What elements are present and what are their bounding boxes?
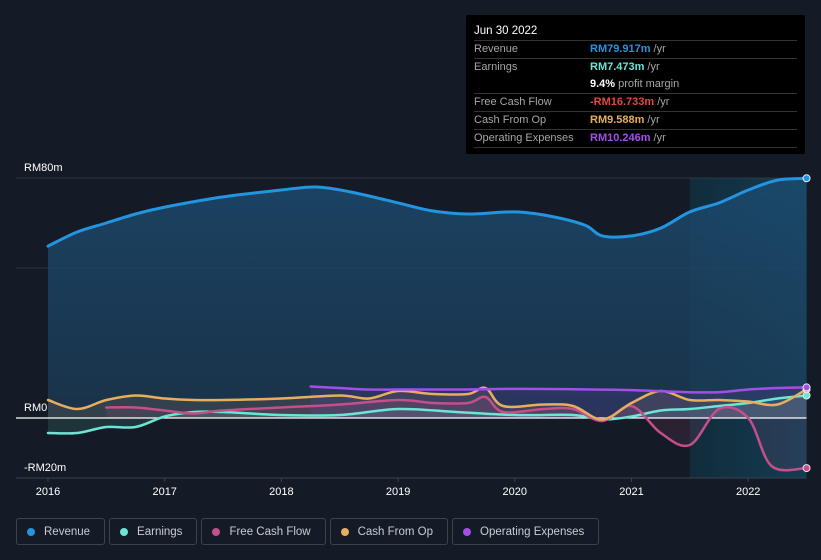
- tooltip-label: Operating Expenses: [474, 132, 574, 144]
- tooltip-row: Free Cash Flow -RM16.733m/yr: [474, 94, 797, 112]
- legend-dot-icon: [340, 527, 349, 536]
- y-tick-label: -RM20m: [24, 462, 66, 474]
- end-marker-revenue: [802, 174, 811, 183]
- tooltip-row: Revenue RM79.917m/yr: [474, 41, 797, 59]
- x-tick-label: 2019: [386, 486, 410, 498]
- legend-item-free-cash-flow[interactable]: Free Cash Flow: [201, 518, 326, 545]
- tooltip-label: [474, 76, 590, 93]
- end-marker-operating-expenses: [802, 383, 811, 392]
- legend-label: Revenue: [44, 525, 91, 538]
- legend: Revenue Earnings Free Cash Flow Cash From O…: [16, 518, 600, 545]
- tooltip-value: RM79.917m: [590, 43, 651, 55]
- tooltip-value: RM7.473m: [590, 61, 645, 73]
- tooltip-label: Earnings: [474, 61, 518, 73]
- legend-dot-icon: [212, 527, 221, 536]
- y-tick-label: RM80m: [24, 162, 63, 174]
- tooltip-unit: /yr: [653, 132, 666, 144]
- tooltip-value: RM9.588m: [590, 114, 645, 126]
- x-tick-label: 2021: [619, 486, 643, 498]
- legend-item-earnings[interactable]: Earnings: [109, 518, 198, 545]
- tooltip-label: Cash From Op: [474, 114, 547, 126]
- tooltip-unit: /yr: [647, 61, 660, 73]
- tooltip-unit: /yr: [657, 96, 670, 108]
- tooltip-row: Earnings RM7.473m/yr: [474, 59, 797, 76]
- tooltip-row: Operating Expenses RM10.246m/yr: [474, 130, 797, 148]
- tooltip-row: Cash From Op RM9.588m/yr: [474, 112, 797, 130]
- end-marker-free-cash-flow: [802, 464, 811, 473]
- legend-item-revenue[interactable]: Revenue: [16, 518, 106, 545]
- legend-dot-icon: [120, 527, 129, 536]
- legend-label: Cash From Op: [357, 525, 434, 538]
- legend-dot-icon: [463, 527, 472, 536]
- y-tick-label: RM0: [24, 402, 47, 414]
- tooltip: Jun 30 2022 Revenue RM79.917m/yr Earnings R…: [466, 15, 805, 154]
- tooltip-value: RM10.246m: [590, 132, 651, 144]
- legend-item-operating-expenses[interactable]: Operating Expenses: [452, 518, 600, 545]
- tooltip-unit: /yr: [653, 43, 666, 55]
- tooltip-unit: profit margin: [618, 78, 680, 90]
- tooltip-row: 9.4% profit margin: [474, 76, 797, 94]
- legend-dot-icon: [27, 527, 35, 536]
- legend-item-cash-from-op[interactable]: Cash From Op: [329, 518, 449, 545]
- series-fill-revenue: [48, 178, 807, 418]
- legend-label: Earnings: [137, 525, 183, 538]
- tooltip-label: Free Cash Flow: [474, 96, 552, 108]
- x-tick-label: 2016: [36, 486, 60, 498]
- tooltip-value: 9.4%: [590, 78, 616, 90]
- legend-label: Free Cash Flow: [229, 525, 311, 538]
- legend-label: Operating Expenses: [480, 525, 585, 538]
- x-tick-label: 2018: [269, 486, 293, 498]
- tooltip-label: Revenue: [474, 43, 519, 55]
- tooltip-date: Jun 30 2022: [474, 23, 797, 41]
- x-tick-label: 2020: [503, 486, 527, 498]
- x-tick-label: 2022: [736, 486, 760, 498]
- x-axis: 2016 2017 2018 2019 2020 2021 2022: [16, 477, 807, 498]
- tooltip-unit: /yr: [647, 114, 660, 126]
- series-fills: [48, 178, 807, 471]
- x-tick-label: 2017: [152, 486, 176, 498]
- tooltip-value: -RM16.733m: [590, 96, 655, 108]
